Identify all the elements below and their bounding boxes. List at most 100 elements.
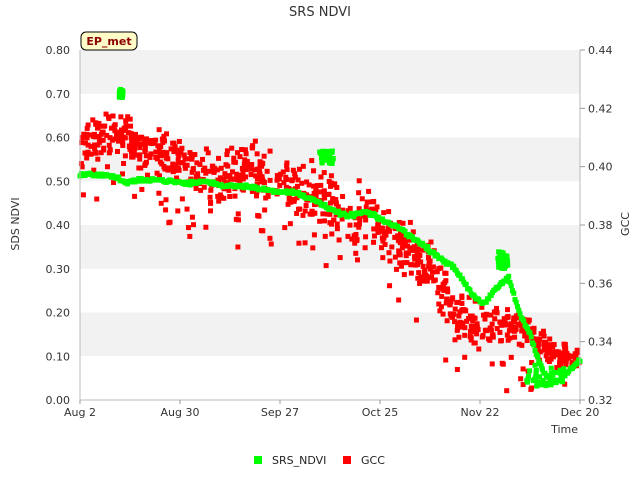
ndvi-point [496,263,502,269]
gcc-point [314,183,320,189]
x-tick-label: Sep 27 [261,406,299,419]
ndvi-point [463,281,469,287]
x-tick-label: Nov 22 [461,406,500,419]
gcc-point [221,176,227,182]
gcc-point [101,145,107,151]
gcc-point [110,113,116,119]
gcc-point [336,237,342,243]
gcc-point [506,328,512,334]
ndvi-point [425,243,430,249]
gcc-point [88,151,94,157]
gcc-point [366,188,372,194]
gcc-point [412,256,418,262]
gcc-point [513,326,519,332]
gcc-point [300,163,306,169]
gcc-point [205,150,211,156]
gcc-point [103,111,109,117]
gcc-point [480,332,486,338]
legend-swatch-srs-ndvi [254,456,262,464]
ndvi-point [506,273,512,279]
gcc-point [189,169,195,175]
gcc-point [374,204,380,210]
left-y-ticks: 0.000.100.200.300.400.500.600.700.80 [46,44,71,407]
gcc-point [489,321,495,327]
legend: SRS_NDVI GCC [254,454,385,467]
gcc-point [537,336,543,342]
ndvi-point [532,362,538,368]
gcc-point [380,255,386,261]
gcc-point [401,272,407,278]
gcc-point [179,196,185,202]
ndvi-point [533,369,539,375]
gcc-point [118,114,124,120]
gcc-point [104,164,110,170]
ndvi-point [528,334,534,340]
gcc-point [489,361,495,367]
gcc-point [328,173,334,179]
gcc-point [397,260,403,266]
gcc-point [421,278,427,284]
gcc-point [92,131,98,137]
gcc-point [322,218,328,224]
gcc-point [328,221,334,227]
ndvi-point [500,250,506,256]
gcc-point [472,340,478,346]
gcc-point [493,308,499,314]
gcc-point [302,240,308,246]
gcc-point [95,156,101,162]
gcc-point [454,327,460,333]
gcc-point [280,169,286,175]
gcc-point [197,161,203,167]
right-y-ticks: 0.320.340.360.380.400.420.44 [580,44,613,407]
gcc-point [413,317,419,323]
y-axis-label: SDS NDVI [9,197,22,250]
gcc-point [444,318,450,324]
gcc-point [169,165,175,171]
gcc-point [115,148,121,154]
gcc-point [356,221,362,227]
ndvi-point [119,94,125,100]
gcc-point [168,146,174,152]
gcc-point [224,152,230,158]
gcc-point [518,376,524,382]
x-tick-label: Oct 25 [362,406,399,419]
gcc-point [82,134,88,140]
gcc-point [333,201,339,207]
gcc-point [106,150,112,156]
gcc-point [455,321,461,327]
gcc-point [235,211,241,217]
gcc-point [231,159,237,165]
y2-axis-label: GCC [619,212,632,236]
gcc-point [392,234,398,240]
gcc-point [190,222,196,228]
gcc-point [129,139,135,145]
gcc-point [441,287,447,293]
gcc-point [436,284,442,290]
gcc-point [459,293,465,299]
gcc-point [242,147,248,153]
gcc-point [387,283,393,289]
gcc-point [520,366,526,372]
gcc-point [356,190,362,196]
gcc-point [381,210,387,216]
gcc-point [409,262,415,268]
gcc-point [163,197,169,203]
gcc-point [557,360,563,366]
gcc-point [174,166,180,172]
gcc-point [142,161,148,167]
gcc-point [353,231,359,237]
gcc-point [337,255,343,261]
gcc-point [282,225,288,231]
gcc-point [529,385,535,391]
gcc-point [121,125,127,131]
gcc-point [508,321,514,327]
gcc-point [175,208,181,214]
gcc-point [208,199,214,205]
chart-title: SRS NDVI [289,5,351,20]
gcc-point [393,266,399,272]
gcc-point [469,327,475,333]
gcc-point [212,165,218,171]
gcc-point [163,207,169,213]
gcc-point [440,311,446,317]
gcc-point [474,331,480,337]
